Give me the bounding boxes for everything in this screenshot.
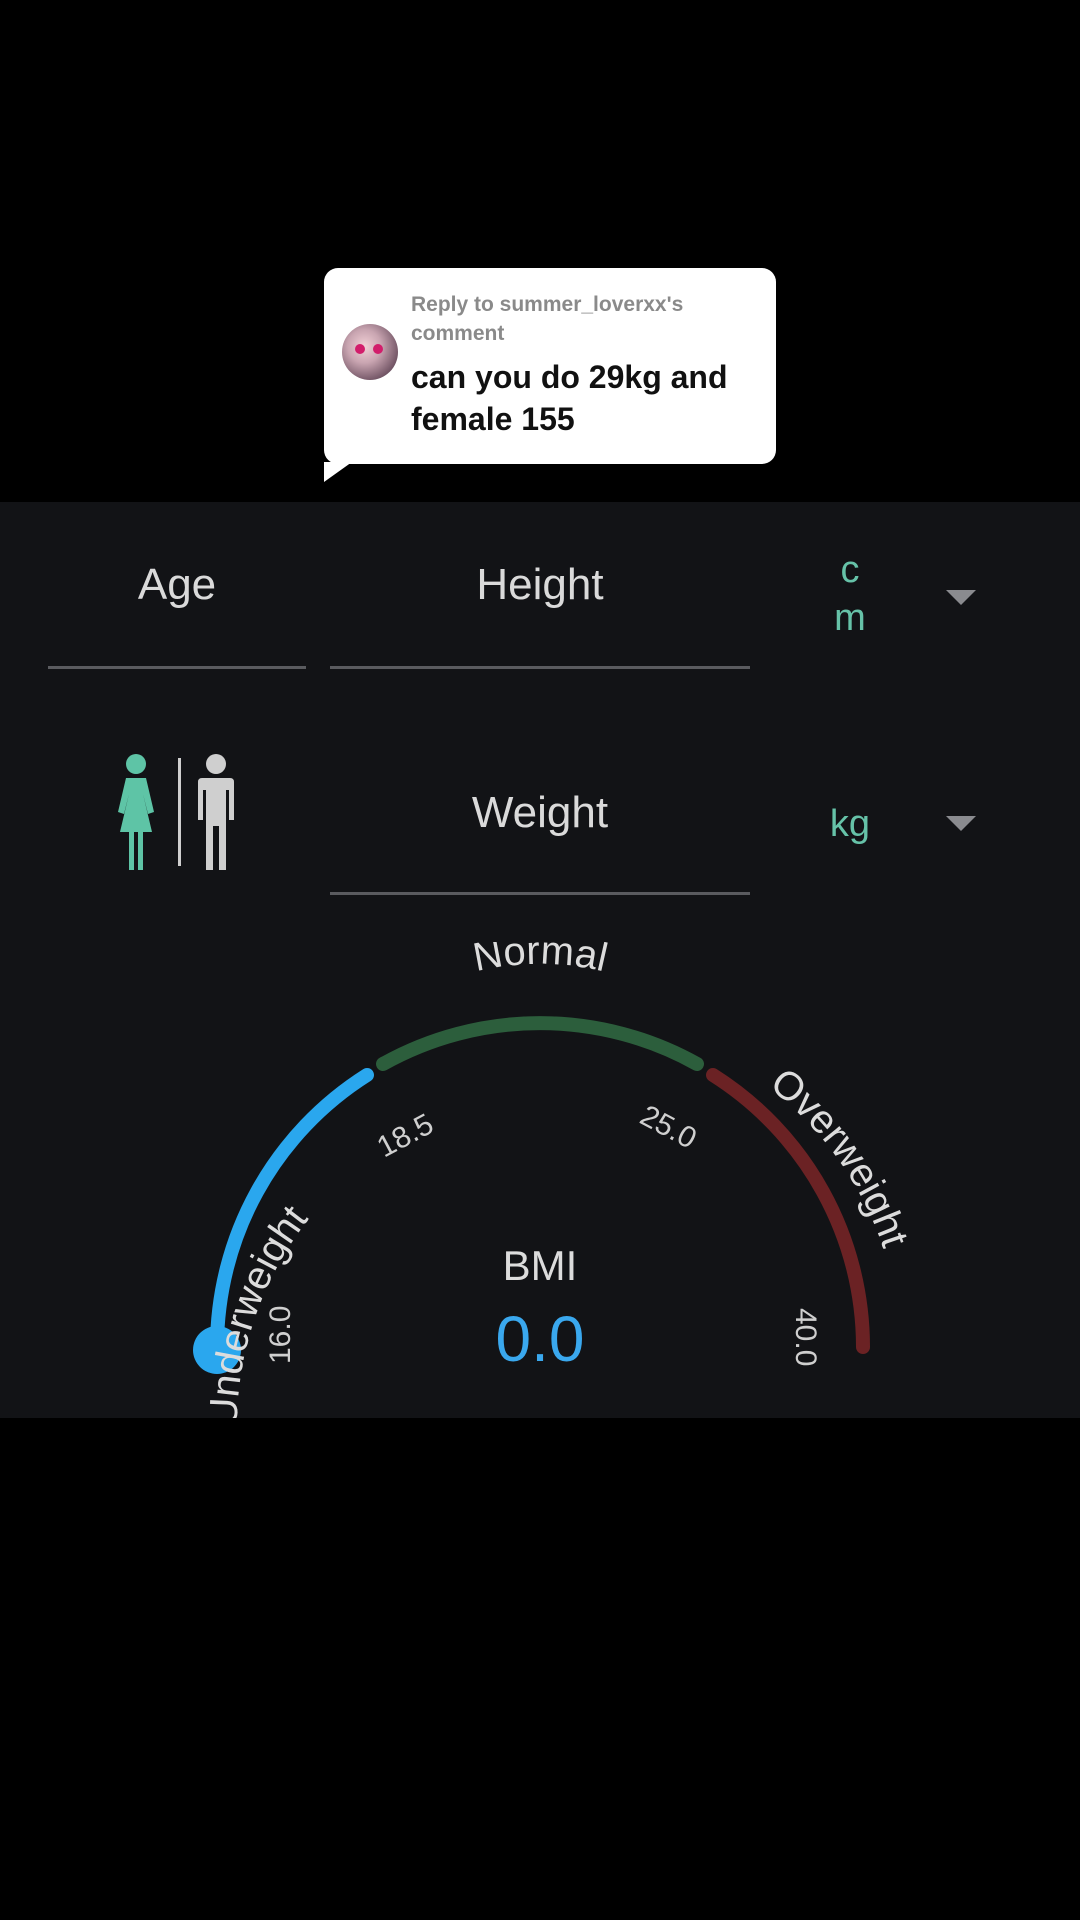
reply-meta-text: Reply to summer_loverxx's comment [411, 293, 684, 345]
normal-arc [376, 1016, 704, 1071]
height-underline [330, 666, 750, 669]
tick-40: 40.0 [789, 1308, 822, 1366]
reply-comment-bubble[interactable]: Reply to summer_loverxx's comment can yo… [324, 268, 776, 482]
age-underline [48, 666, 306, 669]
bmi-value: 0.0 [495, 1303, 585, 1375]
tick-16: 16.0 [264, 1306, 297, 1364]
normal-label: Normal [470, 942, 612, 980]
bmi-label: BMI [502, 1242, 578, 1289]
weight-underline [330, 892, 750, 895]
bmi-calculator-panel: Age Height cm Weight kg Underweight Norm… [0, 502, 1080, 1418]
gender-toggle[interactable] [110, 754, 250, 872]
weight-unit-select[interactable]: kg [810, 800, 890, 848]
height-unit-dropdown-icon[interactable] [946, 590, 976, 605]
bubble-tail [324, 462, 352, 482]
weight-unit-dropdown-icon[interactable] [946, 816, 976, 831]
tick-18-5: 18.5 [372, 1108, 439, 1165]
commenter-avatar [342, 324, 398, 380]
weight-input[interactable]: Weight [330, 788, 750, 838]
height-unit-select[interactable]: cm [830, 546, 870, 642]
tick-25: 25.0 [635, 1099, 702, 1156]
age-input[interactable]: Age [48, 560, 306, 610]
height-input[interactable]: Height [330, 560, 750, 610]
reply-comment-text: can you do 29kg and female 155 [411, 359, 728, 437]
male-icon[interactable] [188, 754, 248, 872]
female-icon[interactable] [110, 754, 170, 872]
gender-divider [178, 758, 181, 866]
